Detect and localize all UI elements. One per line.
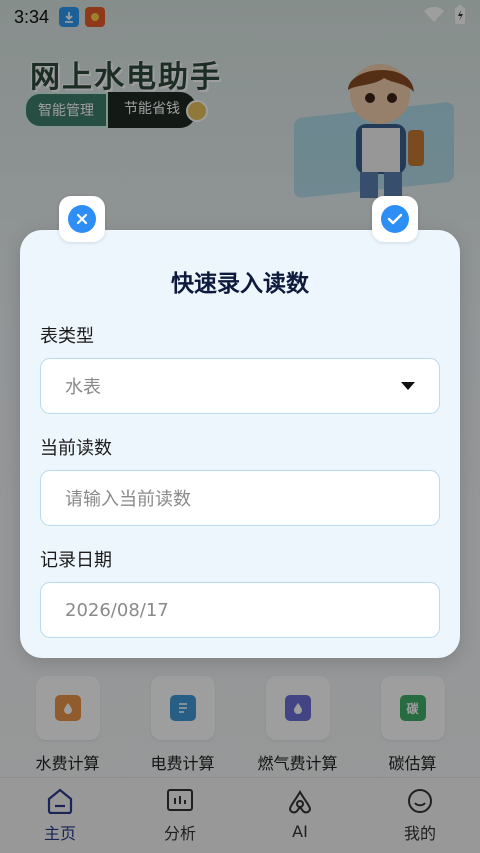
meter-type-select[interactable]: 水表 xyxy=(40,358,440,414)
dropdown-caret-icon xyxy=(401,382,415,390)
close-icon xyxy=(68,205,96,233)
confirm-button[interactable] xyxy=(372,196,418,242)
date-label: 记录日期 xyxy=(40,550,112,571)
reading-label: 当前读数 xyxy=(40,438,112,459)
check-icon xyxy=(381,205,409,233)
date-field[interactable]: 2026/08/17 xyxy=(40,582,440,638)
meter-type-label: 表类型 xyxy=(40,326,94,347)
meter-type-value: 水表 xyxy=(65,377,101,398)
reading-input[interactable]: 请输入当前读数 xyxy=(40,470,440,526)
close-button[interactable] xyxy=(59,196,105,242)
quick-entry-dialog: 快速录入读数 表类型 水表 当前读数 请输入当前读数 记录日期 2026/08/… xyxy=(20,230,460,658)
dialog-title: 快速录入读数 xyxy=(171,271,309,297)
